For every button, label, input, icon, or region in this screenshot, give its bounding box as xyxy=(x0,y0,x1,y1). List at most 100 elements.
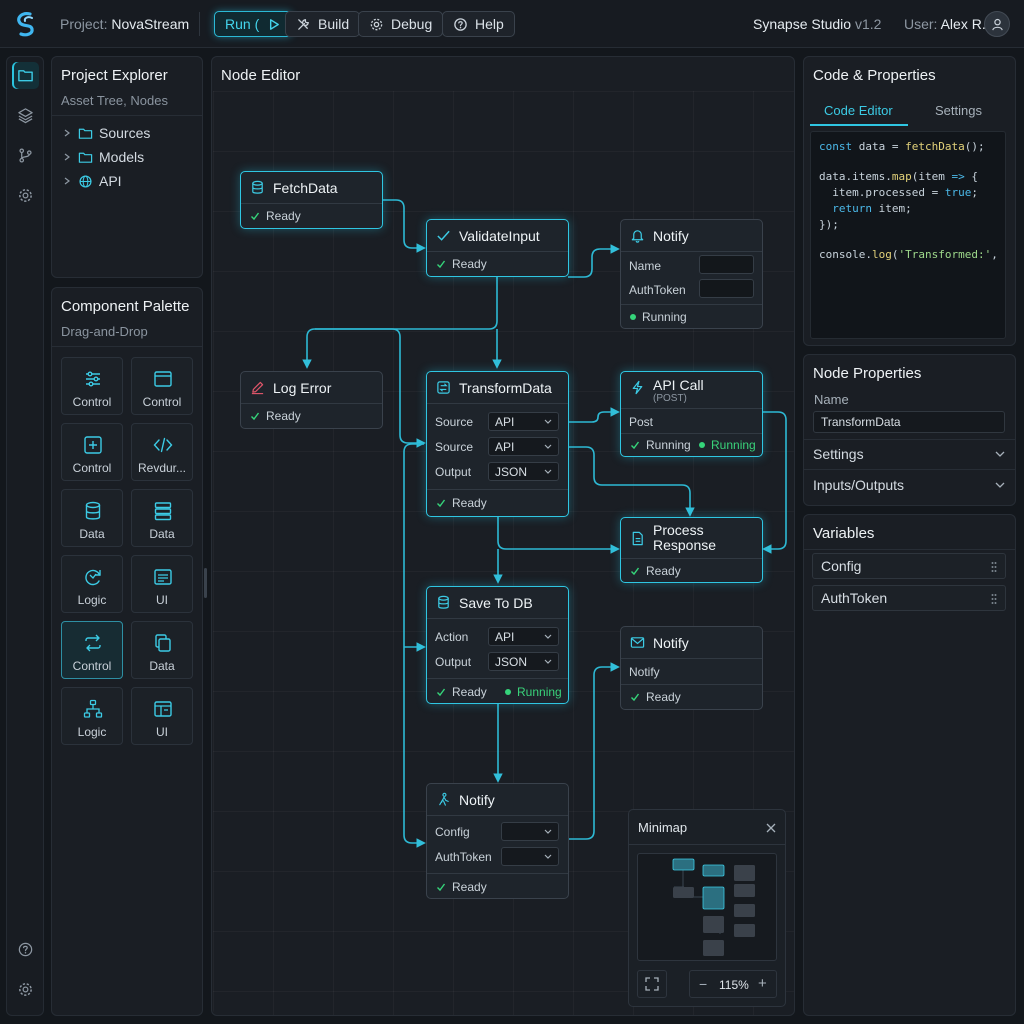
inputs-outputs-accordion[interactable]: Inputs/Outputs xyxy=(813,475,1005,495)
palette-tile-logic[interactable]: Logic xyxy=(61,687,123,745)
zoom-out-button[interactable]: − xyxy=(699,976,707,992)
node-status: Ready xyxy=(436,685,487,699)
chevron-down-icon xyxy=(544,829,552,834)
close-icon[interactable] xyxy=(765,822,777,834)
fit-view-button[interactable] xyxy=(637,970,667,998)
zoom-in-button[interactable]: + xyxy=(758,975,767,992)
divider xyxy=(52,115,202,116)
hierarchy-icon xyxy=(83,699,103,718)
drag-handle-icon[interactable] xyxy=(991,593,997,605)
rail-layers-button[interactable] xyxy=(12,102,39,129)
palette-tile-data[interactable]: Data xyxy=(61,489,123,547)
node-log-error[interactable]: Log Error Ready xyxy=(240,371,383,429)
name-input[interactable] xyxy=(699,255,754,274)
globe-icon xyxy=(79,174,92,188)
panel-title: Code & Properties xyxy=(813,67,936,84)
palette-tile-control[interactable]: Control xyxy=(61,621,123,679)
debug-button[interactable]: Debug xyxy=(358,11,444,37)
tab-settings[interactable]: Settings xyxy=(935,103,982,118)
check-icon xyxy=(631,441,640,450)
tree-item-models[interactable]: Models xyxy=(62,147,202,167)
check-icon xyxy=(631,567,640,576)
tree-item-sources[interactable]: Sources xyxy=(62,123,202,143)
build-button[interactable]: Build xyxy=(285,11,361,37)
node-status: Ready xyxy=(436,257,487,271)
output-select[interactable]: JSON xyxy=(488,462,559,481)
palette-tile-logic[interactable]: Logic xyxy=(61,555,123,613)
output-select[interactable]: JSON xyxy=(488,652,559,671)
source-select[interactable]: API xyxy=(488,437,559,456)
node-api-call[interactable]: API Call (POST) Post Running Running xyxy=(620,371,763,457)
gear-icon xyxy=(19,983,32,996)
node-process-response[interactable]: Process Response Ready xyxy=(620,517,763,583)
project-explorer-panel: Project Explorer Asset Tree, Nodes Sourc… xyxy=(51,56,203,278)
pencil-icon xyxy=(251,381,264,395)
rail-preferences-button[interactable] xyxy=(12,976,39,1003)
tree-item-api[interactable]: API xyxy=(62,171,202,191)
name-label: Name xyxy=(814,392,849,407)
node-status: Ready xyxy=(630,690,681,704)
config-select[interactable] xyxy=(501,822,559,841)
active-tab-indicator xyxy=(810,124,908,126)
node-transformdata[interactable]: TransformData Source API Source API Outp… xyxy=(426,371,569,517)
node-properties-panel: Node Properties Name TransformData Setti… xyxy=(803,354,1016,506)
code-properties-panel: Code & Properties Code Editor Settings c… xyxy=(803,56,1016,346)
palette-tile-ui[interactable]: UI xyxy=(131,555,193,613)
palette-tile-data[interactable]: Data xyxy=(131,621,193,679)
variable-item-config[interactable]: Config xyxy=(812,553,1006,579)
palette-tile-revdur[interactable]: Revdur... xyxy=(131,423,193,481)
minimap-viewport[interactable] xyxy=(637,853,777,961)
settings-accordion[interactable]: Settings xyxy=(813,444,1005,464)
node-notify[interactable]: Notify Notify Ready xyxy=(620,626,763,710)
copy-icon xyxy=(155,634,171,652)
authtoken-select[interactable] xyxy=(501,847,559,866)
repeat-icon xyxy=(85,634,101,652)
component-palette-panel: Component Palette Drag-and-Drop Control … xyxy=(51,287,203,1016)
app-title: Synapse Studio v1.2 xyxy=(753,16,882,32)
action-select[interactable]: API xyxy=(488,627,559,646)
run-button[interactable]: Run ( xyxy=(214,11,293,37)
panel-subtitle: Drag-and-Drop xyxy=(61,324,148,339)
palette-tile-ui[interactable]: UI xyxy=(131,687,193,745)
refresh-icon xyxy=(85,569,101,586)
chevron-right-icon xyxy=(64,177,70,185)
expand-icon xyxy=(645,977,659,991)
rail-help-button[interactable] xyxy=(12,936,39,963)
zoom-level: 115% xyxy=(719,978,749,992)
node-fetchdata[interactable]: FetchData Ready xyxy=(240,171,383,229)
avatar[interactable] xyxy=(984,11,1010,37)
drag-handle-icon[interactable] xyxy=(991,561,997,573)
node-validateinput[interactable]: ValidateInput Ready xyxy=(426,219,569,277)
tab-code-editor[interactable]: Code Editor xyxy=(824,103,893,118)
sliders-icon xyxy=(86,371,100,387)
palette-tile-data[interactable]: Data xyxy=(131,489,193,547)
rail-settings-button[interactable] xyxy=(12,182,39,209)
rail-explorer-button[interactable] xyxy=(12,62,39,89)
node-status: Ready xyxy=(436,880,487,894)
help-button[interactable]: Help xyxy=(442,11,515,37)
divider xyxy=(52,346,202,347)
folder-icon xyxy=(18,70,33,82)
node-name-input[interactable]: TransformData xyxy=(813,411,1005,433)
node-save-to-db[interactable]: Save To DB Action API Output JSON Ready … xyxy=(426,586,569,704)
rail-git-button[interactable] xyxy=(12,142,39,169)
palette-tile-control[interactable]: Control xyxy=(61,357,123,415)
code-editor[interactable]: const data = fetchData(); data.items.map… xyxy=(810,131,1006,339)
check-icon xyxy=(437,499,446,508)
top-bar: Project: NovaStream Run ( Build Debug He… xyxy=(0,0,1024,48)
activity-rail xyxy=(6,56,44,1016)
variables-panel: Variables Config AuthToken xyxy=(803,514,1016,1016)
app-logo-icon xyxy=(12,10,40,38)
authtoken-input[interactable] xyxy=(699,279,754,298)
palette-tile-control[interactable]: Control xyxy=(131,357,193,415)
node-notify[interactable]: Notify Name AuthToken Running xyxy=(620,219,763,329)
panel-resize-handle[interactable] xyxy=(204,568,207,598)
variable-item-authtoken[interactable]: AuthToken xyxy=(812,585,1006,611)
bell-icon xyxy=(631,230,644,243)
chevron-down-icon xyxy=(544,444,552,449)
node-status: Ready xyxy=(250,409,301,423)
node-notify[interactable]: Notify Config AuthToken Ready xyxy=(426,783,569,899)
palette-tile-control[interactable]: Control xyxy=(61,423,123,481)
node-status: Ready xyxy=(250,209,301,223)
source-select[interactable]: API xyxy=(488,412,559,431)
